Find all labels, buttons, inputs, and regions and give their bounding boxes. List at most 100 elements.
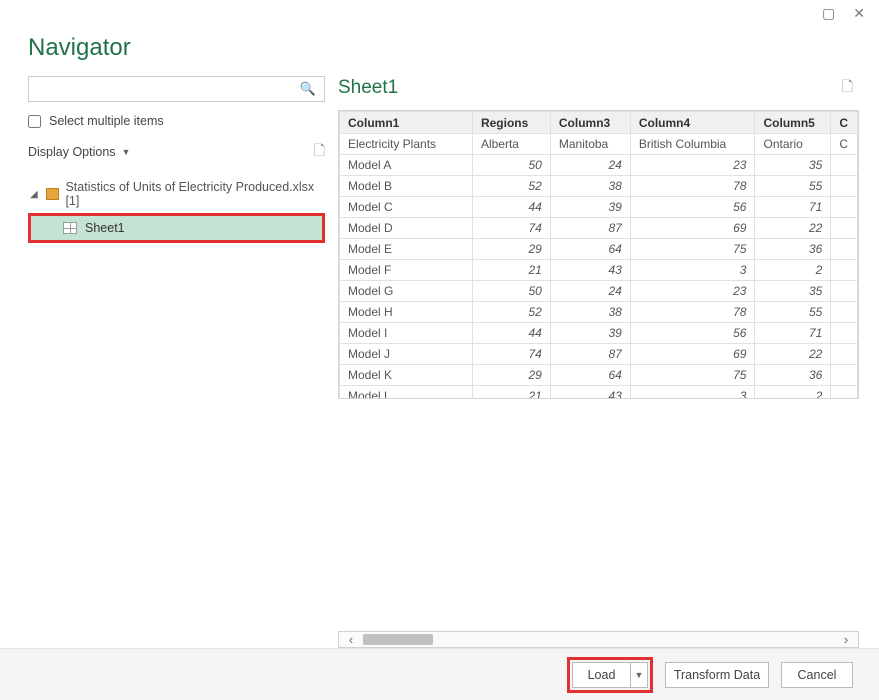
cell: Electricity Plants	[340, 134, 473, 155]
table-icon	[63, 222, 77, 234]
cell: Model D	[340, 218, 473, 239]
search-input[interactable]	[29, 82, 292, 96]
col-header[interactable]: Column1	[340, 112, 473, 134]
scroll-thumb[interactable]	[363, 634, 433, 645]
col-header[interactable]: Regions	[472, 112, 550, 134]
scroll-right-icon[interactable]: ›	[834, 632, 858, 647]
search-box[interactable]: 🔍	[28, 76, 325, 102]
preview-pane: Sheet1 🗋 Column1 Regions Column3 Column4…	[338, 76, 879, 648]
cell: Model A	[340, 155, 473, 176]
table-row[interactable]: Model I44395671	[340, 323, 858, 344]
dialog-footer: Load ▼ Transform Data Cancel	[0, 648, 879, 700]
cell	[831, 302, 858, 323]
cell: 43	[550, 260, 630, 281]
cell	[831, 155, 858, 176]
table-row[interactable]: Model L214332	[340, 386, 858, 399]
preview-title: Sheet1	[338, 77, 398, 99]
tree-file-label: Statistics of Units of Electricity Produ…	[65, 180, 325, 208]
collapse-icon[interactable]: ◢	[30, 189, 40, 200]
table-row[interactable]: Model A50242335	[340, 155, 858, 176]
table-row[interactable]: Model E29647536	[340, 239, 858, 260]
close-icon[interactable]: ✕	[853, 5, 865, 22]
cell: 56	[630, 323, 755, 344]
preview-options-icon[interactable]: 🗋	[842, 76, 853, 100]
cell: 69	[630, 218, 755, 239]
cell: Model J	[340, 344, 473, 365]
col-header[interactable]: Column4	[630, 112, 755, 134]
cell: 22	[755, 218, 831, 239]
table-row[interactable]: Model F214332	[340, 260, 858, 281]
cell: 55	[755, 176, 831, 197]
cell: Manitoba	[550, 134, 630, 155]
cell: Ontario	[755, 134, 831, 155]
cell: 29	[472, 365, 550, 386]
cell: 3	[630, 260, 755, 281]
cell: 38	[550, 302, 630, 323]
col-header[interactable]: Column5	[755, 112, 831, 134]
table-row[interactable]: Model C44395671	[340, 197, 858, 218]
maximize-icon[interactable]: ▢	[822, 5, 835, 22]
col-header[interactable]: C	[831, 112, 858, 134]
cancel-button[interactable]: Cancel	[781, 662, 853, 688]
table-row[interactable]: Model B52387855	[340, 176, 858, 197]
cell: Model E	[340, 239, 473, 260]
cell: 44	[472, 323, 550, 344]
cell: 56	[630, 197, 755, 218]
cell	[831, 386, 858, 399]
folder-icon	[46, 188, 60, 200]
cell: 55	[755, 302, 831, 323]
cell	[831, 218, 858, 239]
cell: 24	[550, 155, 630, 176]
scroll-left-icon[interactable]: ‹	[339, 632, 363, 647]
select-multiple-items[interactable]: Select multiple items	[28, 114, 338, 128]
horizontal-scrollbar[interactable]: ‹ ›	[338, 631, 859, 648]
cell: 87	[550, 344, 630, 365]
cell	[831, 281, 858, 302]
display-options-button[interactable]: Display Options ▼	[28, 145, 130, 159]
cell: 35	[755, 155, 831, 176]
cell: 64	[550, 365, 630, 386]
refresh-icon[interactable]: 🗋	[314, 140, 325, 164]
cell: Model G	[340, 281, 473, 302]
cell	[831, 344, 858, 365]
cell: 74	[472, 218, 550, 239]
tree-sheet-label: Sheet1	[85, 221, 125, 235]
table-row[interactable]: Model D74876922	[340, 218, 858, 239]
cell: 23	[630, 281, 755, 302]
select-multiple-label: Select multiple items	[49, 114, 164, 128]
table-row[interactable]: Model K29647536	[340, 365, 858, 386]
tree-sheet-node[interactable]: Sheet1	[31, 216, 322, 240]
cell: British Columbia	[630, 134, 755, 155]
cell: 36	[755, 365, 831, 386]
cell: 39	[550, 197, 630, 218]
cell: 35	[755, 281, 831, 302]
load-button[interactable]: Load	[572, 662, 630, 688]
display-options-label: Display Options	[28, 145, 116, 159]
cell: 78	[630, 302, 755, 323]
table-row[interactable]: Model G50242335	[340, 281, 858, 302]
table-row[interactable]: Model H52387855	[340, 302, 858, 323]
cell: 21	[472, 386, 550, 399]
cell: 75	[630, 365, 755, 386]
table-row[interactable]: Model J74876922	[340, 344, 858, 365]
cell: 87	[550, 218, 630, 239]
cell: Model H	[340, 302, 473, 323]
cell	[831, 365, 858, 386]
cell: 71	[755, 197, 831, 218]
search-icon[interactable]: 🔍	[292, 81, 324, 97]
cell: 3	[630, 386, 755, 399]
cell: 43	[550, 386, 630, 399]
cell: Model K	[340, 365, 473, 386]
col-header[interactable]: Column3	[550, 112, 630, 134]
select-multiple-checkbox[interactable]	[28, 115, 41, 128]
cell: 22	[755, 344, 831, 365]
table-row[interactable]: Electricity PlantsAlbertaManitobaBritish…	[340, 134, 858, 155]
cell: 2	[755, 260, 831, 281]
transform-data-button[interactable]: Transform Data	[665, 662, 769, 688]
load-dropdown-button[interactable]: ▼	[630, 662, 648, 688]
cell: 29	[472, 239, 550, 260]
cell: 44	[472, 197, 550, 218]
left-pane: 🔍 Select multiple items Display Options …	[28, 76, 338, 648]
tree-file-node[interactable]: ◢ Statistics of Units of Electricity Pro…	[28, 177, 325, 211]
scroll-track[interactable]	[363, 632, 834, 647]
